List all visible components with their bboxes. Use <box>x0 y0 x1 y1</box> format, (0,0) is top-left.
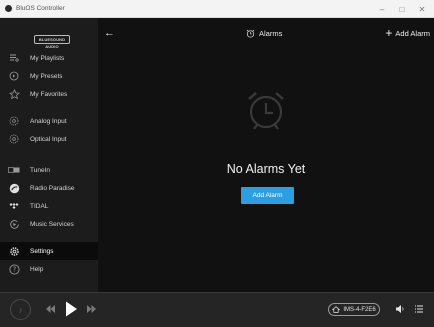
sidebar-item-tunein[interactable]: TuneIn <box>0 161 98 179</box>
app-window: BluOS Controller – □ ✕ BLUESOUND AUDIO M… <box>0 0 434 327</box>
main-content: ← Alarms + Add Alarm No Alarms Yet Add A… <box>98 18 434 292</box>
player-selector-button[interactable]: IMS-4-F2E6 <box>328 303 380 316</box>
sidebar-item-label: TuneIn <box>30 166 50 174</box>
add-alarm-header-label: Add Alarm <box>395 28 430 38</box>
music-note-icon: ♪ <box>18 304 23 315</box>
sidebar-item-tidal[interactable]: TIDAL <box>0 197 98 215</box>
home-icon <box>332 306 341 313</box>
app-logo-icon <box>5 5 12 12</box>
sidebar-item-music-services[interactable]: Music Services <box>0 215 98 233</box>
sidebar-item-label: My Favorites <box>30 90 68 98</box>
empty-state-title: No Alarms Yet <box>226 162 306 176</box>
sidebar-item-settings[interactable]: Settings <box>0 242 98 260</box>
sidebar-item-label: Help <box>30 265 44 273</box>
previous-button[interactable] <box>45 303 56 315</box>
skip-back-icon <box>46 305 55 313</box>
player-bar: ♪ IMS-4-F2E6 <box>0 292 434 327</box>
alarm-clock-icon <box>246 29 255 38</box>
help-icon: ? <box>8 263 20 275</box>
svg-text:?: ? <box>12 265 16 273</box>
music-services-icon <box>8 218 20 230</box>
gear-icon <box>8 245 20 257</box>
speaker-icon <box>396 305 404 313</box>
sidebar-item-analog-input[interactable]: Analog Input <box>0 112 98 130</box>
sidebar-item-my-presets[interactable]: My Presets <box>0 67 98 85</box>
playlist-icon <box>8 52 20 64</box>
add-alarm-header-button[interactable]: + Add Alarm <box>385 26 430 40</box>
album-art-placeholder[interactable]: ♪ <box>10 299 31 320</box>
sidebar-item-my-favorites[interactable]: My Favorites <box>0 85 98 103</box>
brand-logo: BLUESOUND AUDIO <box>34 35 70 49</box>
tunein-icon <box>8 164 20 176</box>
presets-icon <box>8 70 20 82</box>
title-bar: BluOS Controller – □ ✕ <box>0 0 434 18</box>
page-title-text: Alarms <box>259 28 283 38</box>
sidebar: BLUESOUND AUDIO My Playlists My Presets … <box>0 18 98 292</box>
close-button[interactable]: ✕ <box>414 0 430 18</box>
volume-button[interactable] <box>395 304 405 314</box>
sidebar-item-label: My Playlists <box>30 54 65 62</box>
tidal-icon <box>8 200 20 212</box>
sidebar-item-label: Optical Input <box>30 135 67 143</box>
sidebar-item-radio-paradise[interactable]: Radio Paradise <box>0 179 98 197</box>
play-icon <box>66 301 77 317</box>
back-button[interactable]: ← <box>104 27 115 39</box>
sidebar-item-label: Music Services <box>30 220 74 228</box>
sidebar-item-optical-input[interactable]: Optical Input <box>0 130 98 148</box>
minimize-button[interactable]: – <box>374 0 390 18</box>
star-icon <box>8 88 20 100</box>
sidebar-item-label: Radio Paradise <box>30 184 75 192</box>
play-button[interactable] <box>64 300 78 318</box>
sidebar-item-help[interactable]: ? Help <box>0 260 98 278</box>
alarm-clock-empty-icon <box>248 92 284 130</box>
next-button[interactable] <box>86 303 97 315</box>
sidebar-item-label: Analog Input <box>30 117 67 125</box>
skip-forward-icon <box>87 305 96 313</box>
sidebar-item-label: My Presets <box>30 72 63 80</box>
sidebar-item-label: TIDAL <box>30 202 49 210</box>
maximize-button[interactable]: □ <box>394 0 410 18</box>
window-controls: – □ ✕ <box>370 0 430 18</box>
sidebar-item-label: Settings <box>30 247 54 255</box>
radio-paradise-icon <box>8 182 20 194</box>
analog-input-icon <box>8 115 20 127</box>
player-name: IMS-4-F2E6 <box>343 306 376 313</box>
plus-icon: + <box>385 26 393 40</box>
window-title: BluOS Controller <box>16 5 65 12</box>
add-alarm-button[interactable]: Add Alarm <box>241 187 294 204</box>
page-title: Alarms <box>246 27 282 39</box>
queue-list-icon <box>415 305 423 313</box>
optical-input-icon <box>8 133 20 145</box>
queue-button[interactable] <box>414 304 424 314</box>
sidebar-item-my-playlists[interactable]: My Playlists <box>0 49 98 67</box>
